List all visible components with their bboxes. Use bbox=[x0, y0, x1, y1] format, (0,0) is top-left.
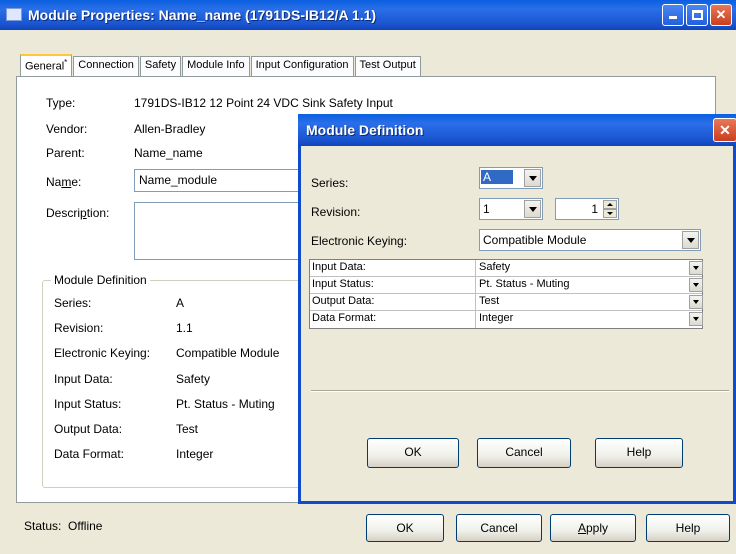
electronic-keying-select[interactable]: Compatible Module bbox=[479, 229, 701, 251]
electronic-keying-value: Compatible Module bbox=[483, 233, 587, 247]
status-value: Offline bbox=[68, 519, 103, 533]
revision-minor-value: 1 bbox=[591, 202, 598, 216]
spin-down-icon[interactable] bbox=[603, 209, 617, 218]
apply-button[interactable]: Apply bbox=[550, 514, 636, 542]
summary-input-data-value: Safety bbox=[176, 372, 211, 386]
summary-data-format-value: Integer bbox=[176, 447, 214, 461]
tab-modified-marker: * bbox=[64, 58, 68, 67]
maximize-button[interactable] bbox=[686, 4, 708, 26]
spin-up-icon[interactable] bbox=[603, 200, 617, 209]
grid-value: Safety bbox=[479, 261, 511, 273]
status-label: Status: bbox=[24, 519, 62, 533]
grid-row-input-status: Input Status: Pt. Status - Muting bbox=[310, 277, 704, 294]
grid-value: Pt. Status - Muting bbox=[479, 278, 570, 290]
module-definition-dialog: Module Definition ✕ Series: A Revision: … bbox=[298, 114, 736, 504]
output-data-select[interactable]: Test bbox=[477, 294, 704, 311]
data-format-select[interactable]: Integer bbox=[477, 311, 704, 328]
connection-grid: Input Data: Safety Input Status: Pt. Sta… bbox=[309, 259, 703, 329]
dialog-help-button[interactable]: Help bbox=[595, 438, 683, 468]
name-label: Name: bbox=[46, 175, 82, 189]
title-bar[interactable]: Module Properties: Name_name (1791DS-IB1… bbox=[0, 0, 736, 30]
grid-row-data-format: Data Format: Integer bbox=[310, 311, 704, 328]
summary-data-format-label: Data Format: bbox=[54, 447, 125, 461]
description-label: Description: bbox=[46, 206, 110, 220]
dialog-title: Module Definition bbox=[306, 122, 424, 138]
tab-module-info[interactable]: Module Info bbox=[182, 56, 250, 76]
tab-general[interactable]: General* bbox=[20, 54, 73, 76]
cancel-button[interactable]: Cancel bbox=[456, 514, 542, 542]
series-label: Series: bbox=[311, 176, 349, 190]
revision-major-value: 1 bbox=[483, 202, 490, 216]
tab-safety[interactable]: Safety bbox=[139, 56, 182, 76]
chevron-down-icon[interactable] bbox=[524, 169, 541, 187]
summary-input-status-label: Input Status: bbox=[54, 397, 122, 411]
electronic-keying-label: Electronic Keying: bbox=[311, 234, 408, 248]
revision-minor-stepper[interactable]: 1 bbox=[555, 198, 619, 220]
summary-output-data-label: Output Data: bbox=[54, 422, 123, 436]
type-value: 1791DS-IB12 12 Point 24 VDC Sink Safety … bbox=[134, 96, 393, 110]
window-title: Module Properties: Name_name (1791DS-IB1… bbox=[28, 7, 377, 23]
ok-button[interactable]: OK bbox=[366, 514, 444, 542]
dialog-title-bar[interactable]: Module Definition bbox=[298, 114, 736, 146]
dialog-separator bbox=[311, 390, 729, 392]
vendor-value: Allen-Bradley bbox=[134, 122, 206, 136]
close-icon: ✕ bbox=[719, 122, 731, 138]
minimize-icon bbox=[669, 16, 677, 19]
vendor-label: Vendor: bbox=[46, 122, 88, 136]
input-status-select[interactable]: Pt. Status - Muting bbox=[477, 277, 704, 294]
maximize-icon bbox=[691, 10, 703, 20]
grid-row-output-data: Output Data: Test bbox=[310, 294, 704, 311]
window-icon bbox=[6, 8, 22, 21]
chevron-down-icon[interactable] bbox=[689, 278, 703, 292]
revision-label: Revision: bbox=[311, 205, 361, 219]
summary-series-value: A bbox=[176, 296, 185, 310]
summary-input-data-label: Input Data: bbox=[54, 372, 113, 386]
dialog-close-button[interactable]: ✕ bbox=[713, 118, 736, 142]
status-bar: Status: Offline OK Cancel Apply Help bbox=[0, 504, 736, 554]
series-select[interactable]: A bbox=[479, 167, 543, 189]
summary-output-data-value: Test bbox=[176, 422, 199, 436]
module-definition-legend: Module Definition bbox=[51, 273, 150, 287]
summary-revision-label: Revision: bbox=[54, 321, 104, 335]
grid-value: Test bbox=[479, 295, 500, 307]
grid-value: Integer bbox=[479, 312, 514, 324]
close-button[interactable]: ✕ bbox=[710, 4, 732, 26]
revision-major-select[interactable]: 1 bbox=[479, 198, 543, 220]
type-label: Type: bbox=[46, 96, 76, 110]
chevron-down-icon[interactable] bbox=[689, 295, 703, 309]
parent-label: Parent: bbox=[46, 146, 85, 160]
tab-strip: General* Connection Safety Module Info I… bbox=[20, 54, 422, 76]
summary-input-status-value: Pt. Status - Muting bbox=[176, 397, 275, 411]
dialog-ok-button[interactable]: OK bbox=[367, 438, 459, 468]
grid-label: Input Status: bbox=[310, 277, 476, 294]
help-button[interactable]: Help bbox=[646, 514, 730, 542]
grid-label: Input Data: bbox=[310, 260, 476, 277]
apply-label: pply bbox=[586, 521, 609, 535]
tab-test-output[interactable]: Test Output bbox=[354, 56, 421, 76]
grid-label: Output Data: bbox=[310, 294, 476, 311]
input-data-select[interactable]: Safety bbox=[477, 260, 704, 277]
close-icon: ✕ bbox=[715, 7, 727, 22]
tab-general-label: General bbox=[25, 60, 65, 73]
name-field[interactable]: Name_module bbox=[134, 169, 302, 192]
summary-series-label: Series: bbox=[54, 296, 92, 310]
chevron-down-icon[interactable] bbox=[689, 312, 703, 326]
grid-label: Data Format: bbox=[310, 311, 476, 328]
summary-revision-value: 1.1 bbox=[176, 321, 193, 335]
summary-keying-label: Electronic Keying: bbox=[54, 346, 151, 360]
dialog-cancel-button[interactable]: Cancel bbox=[477, 438, 571, 468]
parent-value: Name_name bbox=[134, 146, 203, 160]
tab-connection[interactable]: Connection bbox=[73, 56, 139, 76]
apply-mnemonic: A bbox=[577, 521, 586, 535]
chevron-down-icon[interactable] bbox=[689, 261, 703, 275]
chevron-down-icon[interactable] bbox=[682, 231, 699, 249]
chevron-down-icon[interactable] bbox=[524, 200, 541, 218]
minimize-button[interactable] bbox=[662, 4, 684, 26]
description-field[interactable] bbox=[134, 202, 302, 260]
summary-keying-value: Compatible Module bbox=[176, 346, 280, 360]
grid-row-input-data: Input Data: Safety bbox=[310, 260, 704, 277]
tab-input-configuration[interactable]: Input Configuration bbox=[250, 56, 354, 76]
series-select-value: A bbox=[481, 170, 514, 184]
